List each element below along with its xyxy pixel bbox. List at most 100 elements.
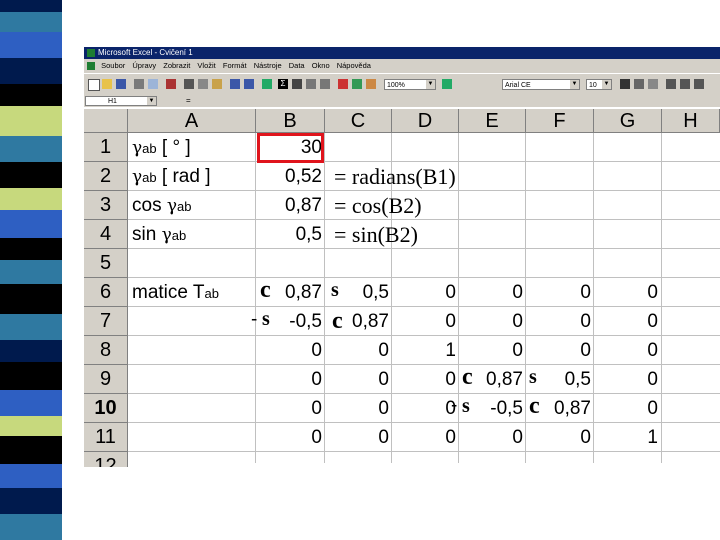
- row-header-8[interactable]: 8: [84, 336, 128, 365]
- col-header-g[interactable]: G: [594, 109, 662, 133]
- cell-f8[interactable]: 0: [526, 336, 591, 365]
- cell-e7[interactable]: 0: [459, 307, 523, 336]
- row-header-9[interactable]: 9: [84, 365, 128, 394]
- row-header-3[interactable]: 3: [84, 191, 128, 220]
- menu-nastroje[interactable]: Nástroje: [254, 61, 282, 70]
- cell-f11[interactable]: 0: [526, 423, 591, 452]
- window-title: Microsoft Excel - Cvičení 1: [98, 48, 193, 57]
- row-header-2[interactable]: 2: [84, 162, 128, 191]
- col-header-f[interactable]: F: [526, 109, 594, 133]
- col-header-d[interactable]: D: [392, 109, 459, 133]
- open-icon[interactable]: [102, 79, 112, 89]
- cell-d8[interactable]: 1: [392, 336, 456, 365]
- cell-g9[interactable]: 0: [594, 365, 658, 394]
- align-center-icon[interactable]: [680, 79, 690, 89]
- align-left-icon[interactable]: [666, 79, 676, 89]
- cell-b11[interactable]: 0: [256, 423, 322, 452]
- cell-b4[interactable]: 0,5: [256, 220, 322, 249]
- paste-icon[interactable]: [212, 79, 222, 89]
- underline-icon[interactable]: [648, 79, 658, 89]
- cut-icon[interactable]: [184, 79, 194, 89]
- italic-icon[interactable]: [634, 79, 644, 89]
- cell-a2[interactable]: γab [ rad ]: [132, 162, 211, 191]
- select-all-corner[interactable]: [84, 109, 128, 133]
- spelling-icon[interactable]: [166, 79, 176, 89]
- print-icon[interactable]: [134, 79, 144, 89]
- cell-e8[interactable]: 0: [459, 336, 523, 365]
- print-preview-icon[interactable]: [148, 79, 158, 89]
- function-icon[interactable]: [292, 79, 302, 89]
- autosum-icon[interactable]: Σ: [278, 79, 288, 89]
- font-size-select[interactable]: 10 ▼: [586, 79, 612, 90]
- cell-c8[interactable]: 0: [325, 336, 389, 365]
- row-header-4[interactable]: 4: [84, 220, 128, 249]
- cell-d7[interactable]: 0: [392, 307, 456, 336]
- menu-napoveda[interactable]: Nápověda: [337, 61, 371, 70]
- hyperlink-icon[interactable]: [262, 79, 272, 89]
- cell-a1[interactable]: γab [ ° ]: [132, 133, 191, 162]
- cell-g7[interactable]: 0: [594, 307, 658, 336]
- cell-b8[interactable]: 0: [256, 336, 322, 365]
- menu-vlozit[interactable]: Vložit: [197, 61, 215, 70]
- cell-d11[interactable]: 0: [392, 423, 456, 452]
- cell-e6[interactable]: 0: [459, 278, 523, 307]
- cell-d9[interactable]: 0: [392, 365, 456, 394]
- cell-g11[interactable]: 1: [594, 423, 658, 452]
- col-header-e[interactable]: E: [459, 109, 526, 133]
- cell-f6[interactable]: 0: [526, 278, 591, 307]
- cell-d10[interactable]: 0: [392, 394, 456, 423]
- bold-icon[interactable]: [620, 79, 630, 89]
- name-box[interactable]: H1 ▼: [85, 96, 157, 106]
- col-header-c[interactable]: C: [325, 109, 392, 133]
- menu-okno[interactable]: Okno: [312, 61, 330, 70]
- menu-soubor[interactable]: Soubor: [101, 61, 125, 70]
- menu-zobrazit[interactable]: Zobrazit: [163, 61, 190, 70]
- cell-b3[interactable]: 0,87: [256, 191, 322, 220]
- cell-c10[interactable]: 0: [325, 394, 389, 423]
- formula-sin: = sin(B2): [334, 222, 418, 247]
- chart-wizard-icon[interactable]: [338, 79, 348, 89]
- col-header-h[interactable]: H: [662, 109, 720, 133]
- drawing-icon[interactable]: [366, 79, 376, 89]
- cell-g6[interactable]: 0: [594, 278, 658, 307]
- cell-b2[interactable]: 0,52: [256, 162, 322, 191]
- cell-e11[interactable]: 0: [459, 423, 523, 452]
- row-header-10[interactable]: 10: [84, 394, 128, 423]
- sort-desc-icon[interactable]: [320, 79, 330, 89]
- help-icon[interactable]: [442, 79, 452, 89]
- row-header-12[interactable]: 12: [84, 452, 128, 467]
- row-header-7[interactable]: 7: [84, 307, 128, 336]
- formula-equals[interactable]: =: [186, 95, 191, 107]
- menu-upravy[interactable]: Úpravy: [132, 61, 156, 70]
- redo-icon[interactable]: [244, 79, 254, 89]
- new-icon[interactable]: [88, 79, 100, 91]
- copy-icon[interactable]: [198, 79, 208, 89]
- map-icon[interactable]: [352, 79, 362, 89]
- save-icon[interactable]: [116, 79, 126, 89]
- cell-b9[interactable]: 0: [256, 365, 322, 394]
- cell-b10[interactable]: 0: [256, 394, 322, 423]
- cell-f7[interactable]: 0: [526, 307, 591, 336]
- col-header-a[interactable]: A: [128, 109, 256, 133]
- font-select[interactable]: Arial CE ▼: [502, 79, 580, 90]
- cell-a6[interactable]: matice Tab: [132, 278, 219, 307]
- row-header-5[interactable]: 5: [84, 249, 128, 278]
- cell-c9[interactable]: 0: [325, 365, 389, 394]
- align-right-icon[interactable]: [694, 79, 704, 89]
- cell-a4[interactable]: sin γab: [132, 220, 186, 249]
- cell-g8[interactable]: 0: [594, 336, 658, 365]
- workbook-icon[interactable]: [87, 62, 95, 70]
- sort-asc-icon[interactable]: [306, 79, 316, 89]
- cell-g10[interactable]: 0: [594, 394, 658, 423]
- cell-c11[interactable]: 0: [325, 423, 389, 452]
- row-header-11[interactable]: 11: [84, 423, 128, 452]
- row-header-1[interactable]: 1: [84, 133, 128, 162]
- row-header-6[interactable]: 6: [84, 278, 128, 307]
- menu-data[interactable]: Data: [289, 61, 305, 70]
- col-header-b[interactable]: B: [256, 109, 325, 133]
- menu-format[interactable]: Formát: [223, 61, 247, 70]
- cell-a3[interactable]: cos γab: [132, 191, 192, 220]
- cell-d6[interactable]: 0: [392, 278, 456, 307]
- zoom-select[interactable]: 100% ▼: [384, 79, 436, 90]
- undo-icon[interactable]: [230, 79, 240, 89]
